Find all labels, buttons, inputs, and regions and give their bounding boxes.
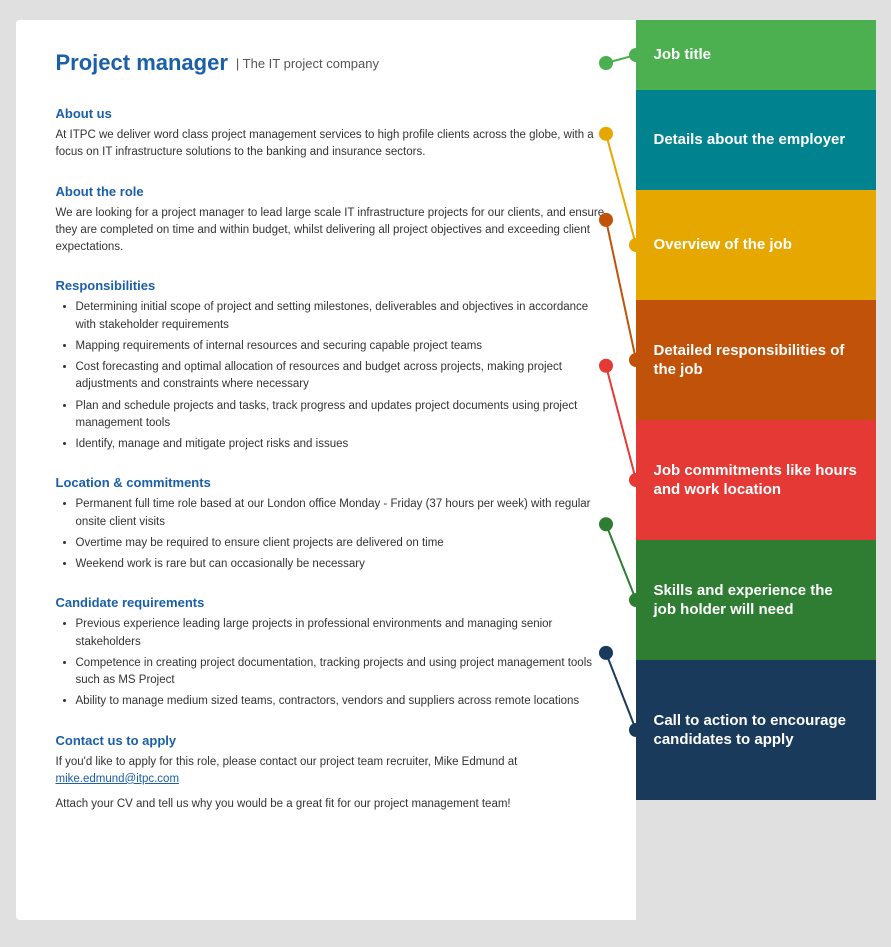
- label-commitments: Job commitments like hours and work loca…: [636, 420, 876, 540]
- label-responsibilities: Detailed responsibilities of the job: [636, 300, 876, 420]
- list-item: Determining initial scope of project and…: [76, 299, 606, 334]
- list-item: Overtime may be required to ensure clien…: [76, 535, 606, 552]
- label-skills: Skills and experience the job holder wil…: [636, 540, 876, 660]
- contact-section: Contact us to apply If you'd like to app…: [56, 733, 606, 814]
- list-item: Weekend work is rare but can occasionall…: [76, 556, 606, 573]
- company-name: | The IT project company: [236, 56, 379, 71]
- location-list: Permanent full time role based at our Lo…: [76, 496, 606, 573]
- candidate-heading: Candidate requirements: [56, 595, 606, 610]
- about-role-section: About the role We are looking for a proj…: [56, 184, 606, 257]
- list-item: Ability to manage medium sized teams, co…: [76, 693, 606, 710]
- contact-body2: Attach your CV and tell us why you would…: [56, 796, 606, 813]
- contact-heading: Contact us to apply: [56, 733, 606, 748]
- list-item: Identify, manage and mitigate project ri…: [76, 436, 606, 453]
- about-us-section: About us At ITPC we deliver word class p…: [56, 106, 606, 162]
- list-item: Mapping requirements of internal resourc…: [76, 338, 606, 355]
- job-description-panel: Project manager | The IT project company…: [16, 20, 636, 920]
- list-item: Previous experience leading large projec…: [76, 616, 606, 651]
- contact-body1: If you'd like to apply for this role, pl…: [56, 754, 606, 789]
- contact-email[interactable]: mike.edmund@itpc.com: [56, 773, 180, 785]
- candidate-section: Candidate requirements Previous experien…: [56, 595, 606, 710]
- job-title-row: Project manager | The IT project company: [56, 50, 606, 76]
- responsibilities-section: Responsibilities Determining initial sco…: [56, 278, 606, 453]
- about-us-heading: About us: [56, 106, 606, 121]
- label-job-title: Job title: [636, 20, 876, 90]
- list-item: Permanent full time role based at our Lo…: [76, 496, 606, 531]
- location-section: Location & commitments Permanent full ti…: [56, 475, 606, 573]
- list-item: Competence in creating project documenta…: [76, 655, 606, 690]
- right-labels-panel: Job title Details about the employer Ove…: [636, 20, 876, 920]
- about-role-body: We are looking for a project manager to …: [56, 205, 606, 257]
- responsibilities-list: Determining initial scope of project and…: [76, 299, 606, 453]
- about-role-heading: About the role: [56, 184, 606, 199]
- candidate-list: Previous experience leading large projec…: [76, 616, 606, 710]
- list-item: Plan and schedule projects and tasks, tr…: [76, 398, 606, 433]
- about-us-body: At ITPC we deliver word class project ma…: [56, 127, 606, 162]
- location-heading: Location & commitments: [56, 475, 606, 490]
- label-cta: Call to action to encourage candidates t…: [636, 660, 876, 800]
- label-overview: Overview of the job: [636, 190, 876, 300]
- responsibilities-heading: Responsibilities: [56, 278, 606, 293]
- main-container: Project manager | The IT project company…: [16, 20, 876, 920]
- job-title: Project manager: [56, 50, 228, 76]
- list-item: Cost forecasting and optimal allocation …: [76, 359, 606, 394]
- label-employer: Details about the employer: [636, 90, 876, 190]
